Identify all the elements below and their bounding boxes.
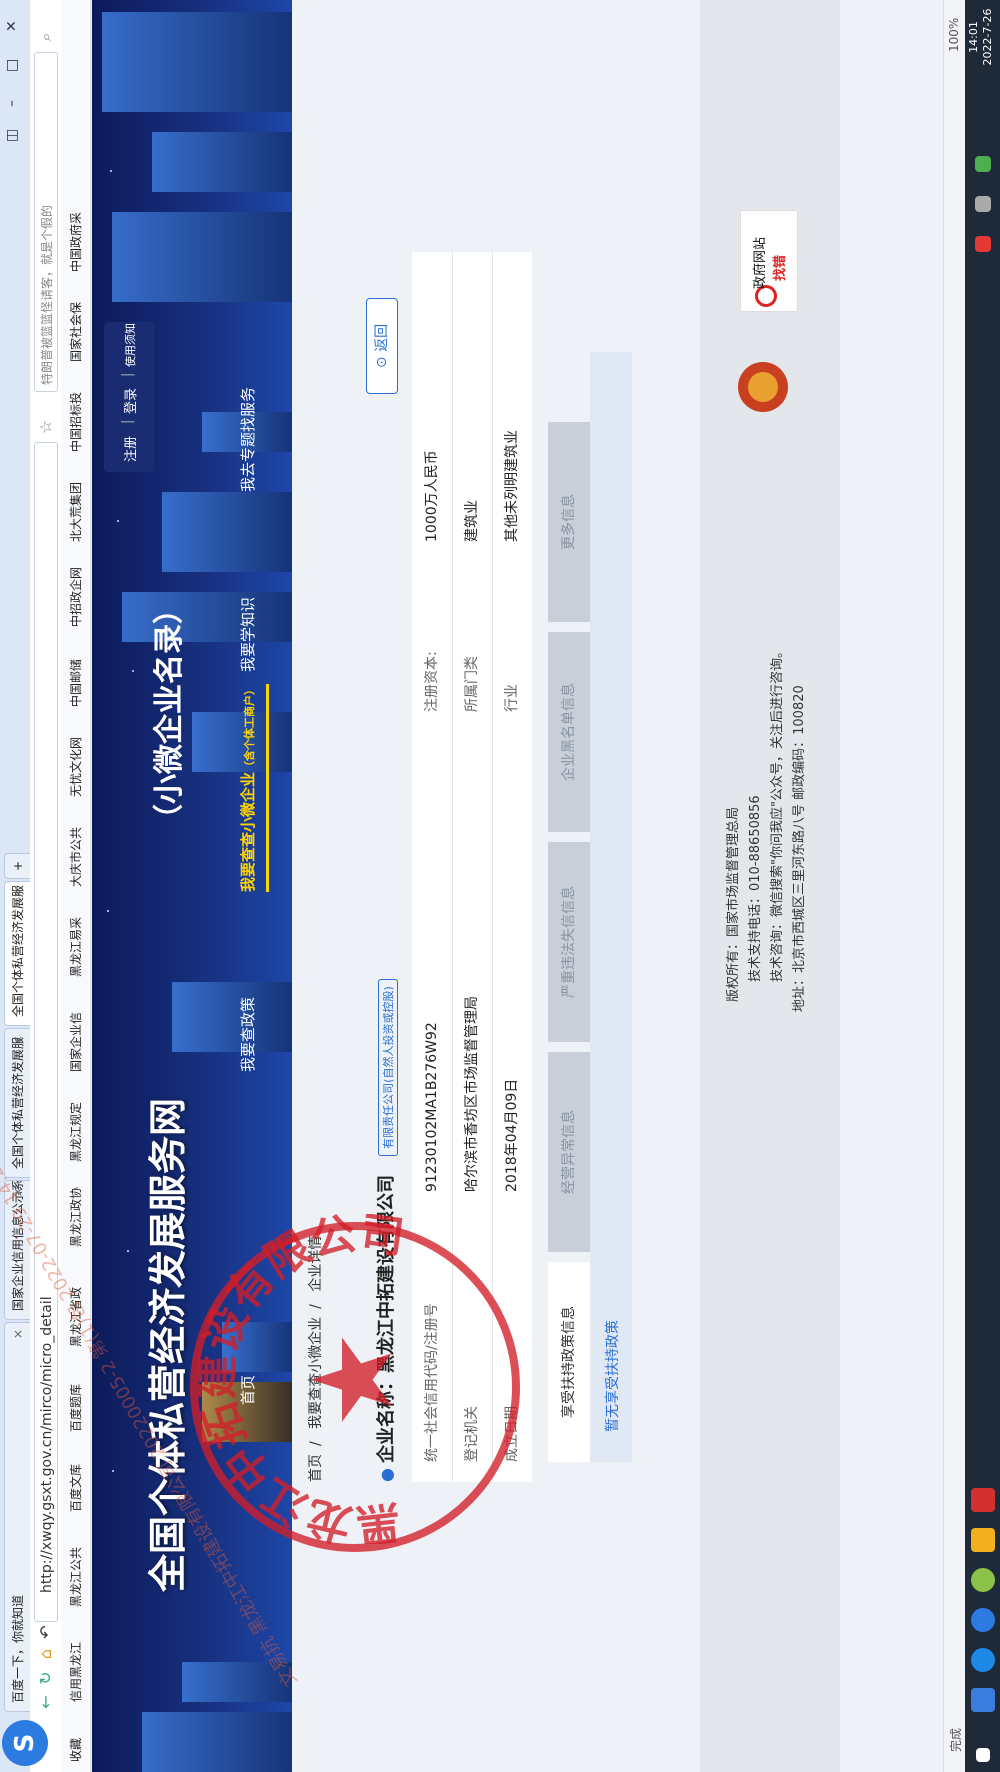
close-icon[interactable]: × [5, 1035, 30, 1045]
policy-empty-text: 暂无享受扶持政策 [605, 1320, 621, 1432]
new-tab-button[interactable]: + [4, 853, 30, 879]
gov-site-error-button[interactable]: 政府网站 找错 [740, 210, 798, 312]
start-icon[interactable] [976, 1748, 990, 1762]
wps-icon[interactable] [971, 1488, 995, 1512]
folder-icon[interactable] [971, 1528, 995, 1552]
bookmark-item[interactable]: 北大荒集团 [62, 482, 90, 542]
app-icon[interactable] [971, 1568, 995, 1592]
taskview-icon[interactable] [971, 1688, 995, 1712]
tab-abnormal[interactable]: 经营异常信息 [548, 1052, 590, 1252]
bookmark-item[interactable]: 黑龙江公共 [62, 1547, 90, 1607]
capital-value: 1000万人民币 [424, 450, 440, 542]
home-icon[interactable]: ⌂ [36, 1644, 56, 1664]
tray-icon[interactable] [975, 156, 991, 172]
search-input[interactable]: 特朗普被篮篮怪请客，就是个假的 [34, 52, 58, 392]
refresh-icon[interactable]: ↻ [36, 1668, 56, 1688]
register-link[interactable]: 注册 [120, 436, 139, 462]
footer-copyright: 版权所有：国家市场监督管理总局 [726, 806, 741, 1002]
nav-knowledge[interactable]: 我要学知识 [237, 597, 258, 672]
field-label: 注册资本: [424, 651, 440, 712]
tab-blacklist[interactable]: 企业黑名单信息 [548, 632, 590, 832]
nav-policy[interactable]: 我要查政策 [237, 997, 258, 1072]
bookmark-item[interactable]: 百度题库 [62, 1384, 90, 1432]
tab-xwqy-active[interactable]: 全国个体私营经济发展服 × [4, 881, 30, 1026]
minimize-icon[interactable]: – [4, 100, 20, 107]
browser-logo-icon: S [2, 1720, 48, 1766]
maximize-icon[interactable]: □ [4, 59, 20, 72]
url-field[interactable]: http://xwqy.gsxt.gov.cn/mirco/micro_deta… [34, 442, 58, 1622]
bookmark-item[interactable]: 大庆市公共 [62, 827, 90, 887]
bookmark-item[interactable]: 信用黑龙江 [62, 1642, 90, 1702]
credit-code-value: 91230102MA1B276W92 [424, 1022, 440, 1192]
browser-tab-bar: S 百度一下，你就知道 × 国家企业信用信息公示系 × 全国个体私营经济发展服 × 全… [0, 0, 48, 1772]
bookmark-item[interactable]: 中国招标投 [62, 392, 90, 452]
nav-micro-enterprise[interactable]: 我要查查小微企业（含个体工商户） [237, 683, 269, 892]
search-icon[interactable]: ⌕ [36, 27, 56, 47]
windows-taskbar: 14:01 2022-7-26 [965, 0, 1000, 1772]
tray-icon[interactable] [975, 196, 991, 212]
bookmark-item[interactable]: 黑龙江易采 [62, 917, 90, 977]
tab-serious-violation[interactable]: 严重违法失信信息 [548, 842, 590, 1042]
tab-xwqy[interactable]: 全国个体私营经济发展服 × [4, 1028, 30, 1178]
back-arrow-icon[interactable]: ← [36, 1692, 56, 1712]
bookmark-item[interactable]: 国家社会保 [62, 302, 90, 362]
bookmark-item[interactable]: 中招政企网 [62, 567, 90, 627]
zoom-level[interactable]: 100% [947, 18, 961, 52]
registration-authority-value: 哈尔滨市香坊区市场监督管理局 [464, 996, 480, 1192]
tab-label: 全国个体私营经济发展服 [11, 1036, 25, 1169]
bookmark-item[interactable]: 国家企业信 [62, 1012, 90, 1072]
user-links: 注册 | 登录 | 使用须知 [104, 322, 154, 472]
browser-icon[interactable] [971, 1608, 995, 1632]
company-seal-stamp: ★ 黑龙江中拓建设有限公司 [190, 1214, 520, 1552]
tray-app-icon[interactable] [975, 236, 991, 252]
terms-link[interactable]: 使用须知 [122, 323, 138, 367]
bookmark-item[interactable]: 黑龙江政协 [62, 1187, 90, 1247]
back-circle-icon: ⊙ [374, 351, 390, 369]
bookmark-item[interactable]: 无忧文化网 [62, 737, 90, 797]
bookmark-item[interactable]: 黑龙江规定 [62, 1102, 90, 1162]
footer-consult: 技术咨询：微信搜索"你问我应"公众号，关注后进行咨询。 [770, 645, 785, 982]
tab-label: 全国个体私营经济发展服 [11, 884, 25, 1017]
window-close-icon[interactable]: ✕ [4, 20, 20, 32]
tab-label: 百度一下，你就知道 [11, 1594, 25, 1703]
seal-text: 黑龙江中拓建设有限公司 [198, 1214, 407, 1544]
company-type-badge: 有限责任公司(自然人投资或控股) [377, 979, 398, 1156]
founded-date-value: 2018年04月09日 [504, 1078, 520, 1192]
bookmark-favorites[interactable]: 收藏 [62, 1738, 90, 1762]
undo-icon[interactable]: ↶ [36, 1622, 56, 1642]
field-label: 所属门类 [464, 656, 480, 712]
bookmark-item[interactable]: 中国政府采 [62, 212, 90, 272]
browser-status-bar: 完成 100% [943, 0, 966, 1772]
svg-text:黑龙江中拓建设有限公司: 黑龙江中拓建设有限公司 [198, 1214, 407, 1544]
nav-services[interactable]: 我去专题找服务 [237, 387, 258, 492]
rotated-screen: S 百度一下，你就知道 × 国家企业信用信息公示系 × 全国个体私营经济发展服 × 全… [0, 0, 1000, 1772]
footer-phone: 技术支持电话：010-88650856 [748, 795, 763, 982]
address-bar-row: ← ↻ ⌂ ↶ http://xwqy.gsxt.gov.cn/mirco/mi… [30, 0, 63, 1772]
footer-address: 地址：北京市西城区三里河东路八号 邮政编码：100820 [792, 685, 807, 1012]
pin-icon[interactable]: ◫ [4, 129, 20, 142]
status-text: 完成 [949, 1727, 963, 1752]
policy-panel: 暂无享受扶持政策 [590, 352, 632, 1462]
ie-icon[interactable] [971, 1648, 995, 1672]
category-value: 建筑业 [464, 500, 480, 542]
tab-support-policy[interactable]: 享受扶持政策信息 [548, 1262, 590, 1462]
close-icon[interactable]: × [5, 888, 30, 898]
bookmarks-bar: 收藏 信用黑龙江 黑龙江公共 百度文库 百度题库 黑龙江省政 黑龙江政协 黑龙江… [62, 0, 91, 1772]
bookmark-item[interactable]: 百度文库 [62, 1464, 90, 1512]
bookmark-item[interactable]: 中国邮储 [62, 659, 90, 707]
tab-baidu[interactable]: 百度一下，你就知道 × [4, 1322, 30, 1712]
field-label: 行业 [504, 684, 520, 712]
taskbar-clock[interactable]: 14:01 2022-7-26 [967, 2, 995, 72]
industry-value: 其他未列明建筑业 [504, 430, 520, 542]
tab-more-info[interactable]: 更多信息 [548, 422, 590, 622]
close-icon[interactable]: × [5, 1329, 30, 1339]
back-button[interactable]: ⊙ 返回 [366, 298, 398, 394]
site-subtitle: （小微企业名录） [152, 594, 187, 834]
site-footer: 版权所有：国家市场监督管理总局 技术支持电话：010-88650856 技术咨询… [700, 0, 840, 1772]
login-link[interactable]: 登录 [120, 388, 139, 414]
star-icon[interactable]: ☆ [36, 417, 56, 437]
